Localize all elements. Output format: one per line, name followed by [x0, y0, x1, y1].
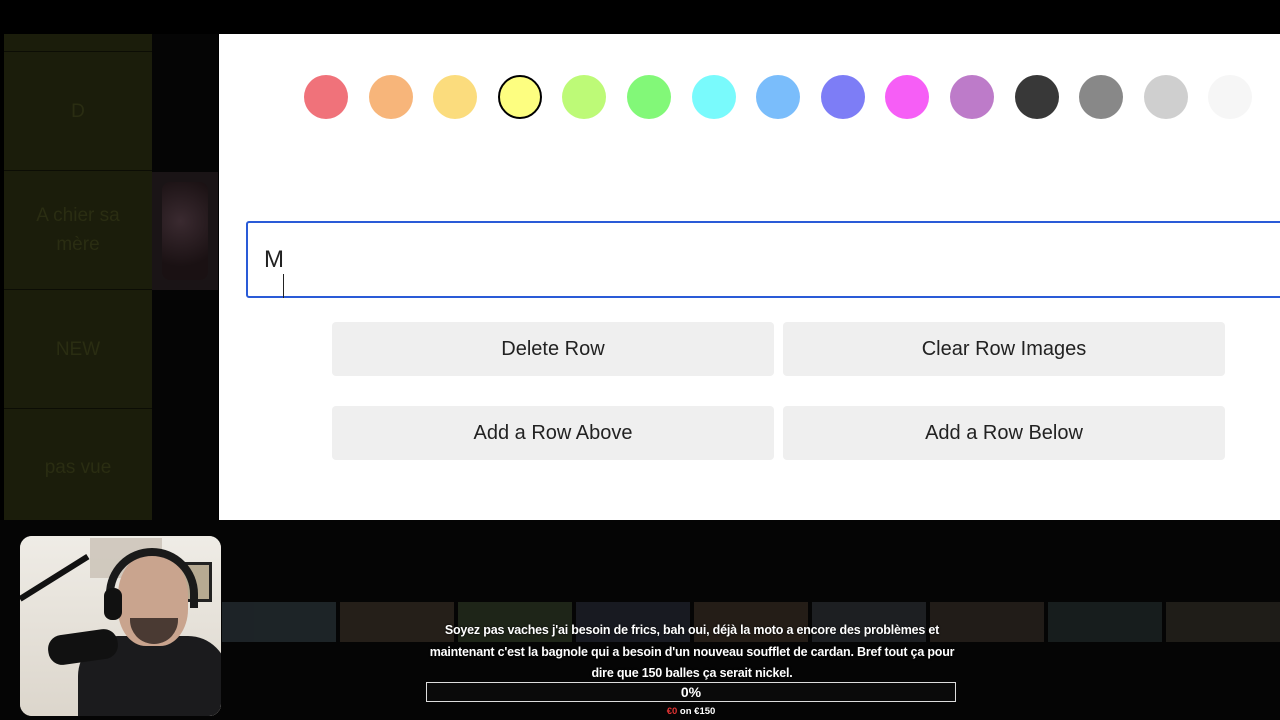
color-swatch-light-orange[interactable]: [433, 75, 478, 119]
goal-target: €150: [694, 706, 716, 717]
thumbnail: [222, 602, 336, 642]
color-swatch-lime[interactable]: [562, 75, 607, 119]
clear-row-images-button[interactable]: Clear Row Images: [783, 322, 1225, 376]
goal-separator: on: [677, 706, 695, 717]
progress-label: 0%: [680, 684, 702, 700]
tier-list-background: D A chier sa mère NEW pas vue: [4, 34, 152, 527]
color-swatch-indigo[interactable]: [820, 75, 865, 119]
donation-goal-amount: €0 on €150: [426, 706, 956, 717]
color-swatch-yellow[interactable]: [497, 75, 542, 119]
thumbnail: [1048, 602, 1162, 642]
donation-progress-bar: 0%: [426, 682, 956, 702]
goal-current: €0: [666, 706, 678, 717]
row-settings-modal: Delete Row Clear Row Images Add a Row Ab…: [219, 34, 1280, 520]
color-swatch-light-gray[interactable]: [1143, 75, 1188, 119]
delete-row-button[interactable]: Delete Row: [332, 322, 774, 376]
color-swatch-gray[interactable]: [1079, 75, 1124, 119]
row-label-input[interactable]: [246, 221, 1280, 298]
color-swatch-green[interactable]: [627, 75, 671, 119]
headphone-earcup: [104, 588, 122, 620]
text-cursor: [283, 274, 284, 298]
tier-label: NEW: [55, 338, 101, 360]
top-bar: [0, 0, 1280, 34]
color-swatch-magenta[interactable]: [885, 75, 930, 119]
color-swatch-cyan[interactable]: [691, 75, 736, 119]
tier-row: [4, 34, 152, 52]
tier-item-image: [152, 172, 218, 290]
color-swatch-orange[interactable]: [368, 75, 413, 119]
color-swatch-sky-blue[interactable]: [756, 75, 801, 119]
tier-row: A chier sa mère: [4, 171, 152, 290]
color-swatch-red[interactable]: [304, 75, 348, 119]
tier-label: A chier sa mère: [36, 205, 120, 255]
tier-row: D: [4, 52, 152, 171]
color-swatch-purple[interactable]: [950, 75, 994, 119]
thumbnail: [1166, 602, 1280, 642]
donation-goal-message: Soyez pas vaches j'ai besoin de frics, b…: [429, 623, 955, 680]
color-swatch-white[interactable]: [1208, 75, 1253, 119]
add-row-below-button[interactable]: Add a Row Below: [783, 406, 1225, 460]
add-row-above-button[interactable]: Add a Row Above: [332, 406, 774, 460]
webcam-overlay: [20, 536, 221, 716]
tier-label: D: [71, 100, 85, 122]
tier-row: pas vue: [4, 409, 152, 527]
color-swatch-dark-gray[interactable]: [1014, 75, 1059, 119]
tier-row: NEW: [4, 290, 152, 409]
tier-label: pas vue: [44, 457, 112, 478]
